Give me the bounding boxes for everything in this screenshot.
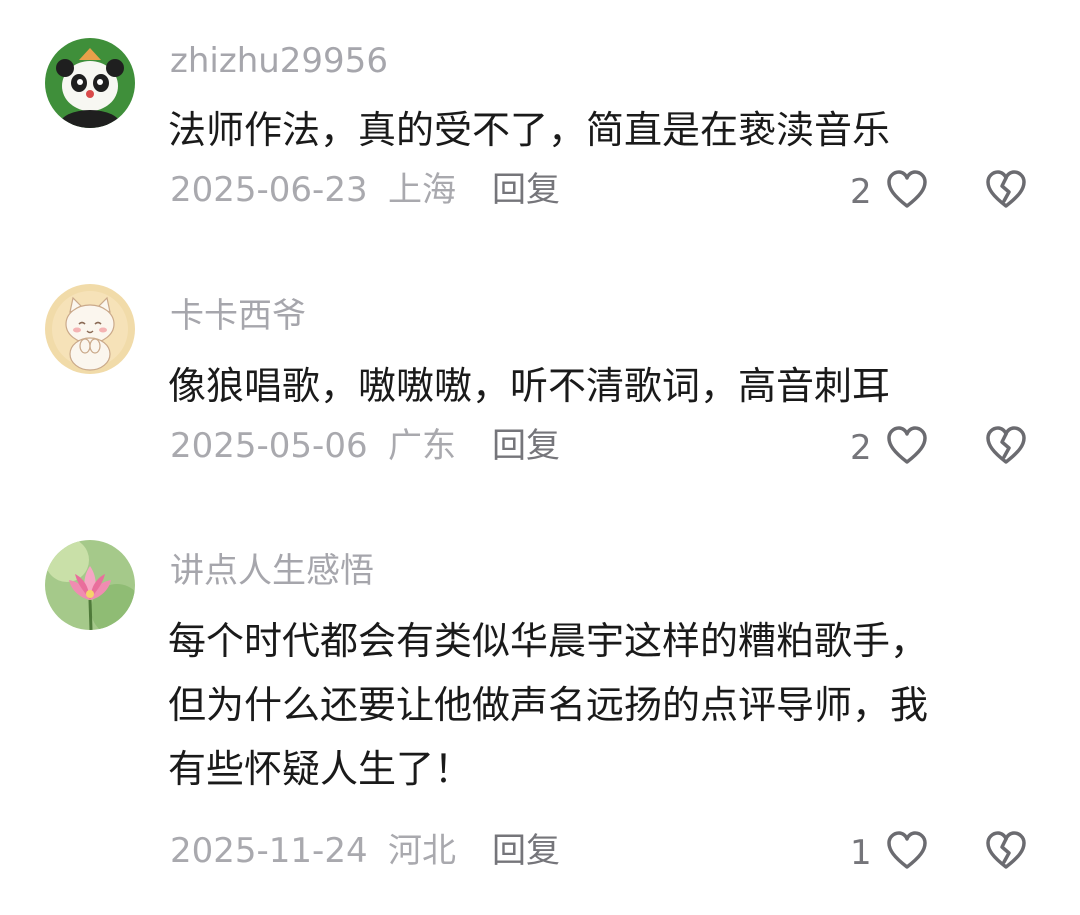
reply-button[interactable]: 回复 [492, 165, 560, 215]
comment-text-line: 每个时代都会有类似华晨宇这样的糟粕歌手， [168, 619, 929, 663]
comment-meta: 2025-05-06 广东 回复 2 [170, 421, 1040, 471]
username[interactable]: zhizhu29956 [170, 41, 388, 81]
reply-button[interactable]: 回复 [492, 421, 560, 471]
username[interactable]: 讲点人生感悟 [170, 551, 374, 591]
comment-text: 法师作法，真的受不了，简直是在亵渎音乐 [168, 108, 891, 152]
comment-location: 广东 [388, 426, 456, 466]
heart-outline-icon[interactable] [884, 828, 930, 878]
comment-meta: 2025-06-23 上海 回复 2 [170, 165, 1040, 215]
comment-date: 2025-06-23 [170, 170, 368, 210]
like-count: 2 [850, 428, 872, 468]
broken-heart-icon[interactable] [983, 167, 1029, 217]
like-count: 2 [850, 172, 872, 212]
comment-text: 每个时代都会有类似华晨宇这样的糟粕歌手， 但为什么还要让他做声名远扬的点评导师，… [168, 609, 1048, 801]
comment-location: 上海 [388, 170, 456, 210]
lotus-avatar-icon [45, 540, 135, 630]
avatar[interactable] [45, 284, 135, 374]
like-count: 1 [850, 833, 872, 873]
username[interactable]: 卡卡西爷 [170, 296, 306, 336]
panda-avatar-icon [45, 38, 135, 128]
avatar[interactable] [45, 540, 135, 630]
comment-date: 2025-05-06 [170, 426, 368, 466]
broken-heart-icon[interactable] [983, 423, 1029, 473]
avatar[interactable] [45, 38, 135, 128]
heart-outline-icon[interactable] [884, 423, 930, 473]
cat-avatar-icon [45, 284, 135, 374]
comment-text-line: 但为什么还要让他做声名远扬的点评导师，我 [168, 683, 929, 727]
comment-meta: 2025-11-24 河北 回复 1 [170, 826, 1040, 876]
comment-date: 2025-11-24 [170, 831, 368, 871]
reply-button[interactable]: 回复 [492, 826, 560, 876]
heart-outline-icon[interactable] [884, 167, 930, 217]
comment-location: 河北 [388, 831, 456, 871]
broken-heart-icon[interactable] [983, 828, 1029, 878]
comment-text-line: 有些怀疑人生了！ [168, 747, 473, 791]
comment-text: 像狼唱歌，嗷嗷嗷，听不清歌词，高音刺耳 [168, 364, 891, 408]
